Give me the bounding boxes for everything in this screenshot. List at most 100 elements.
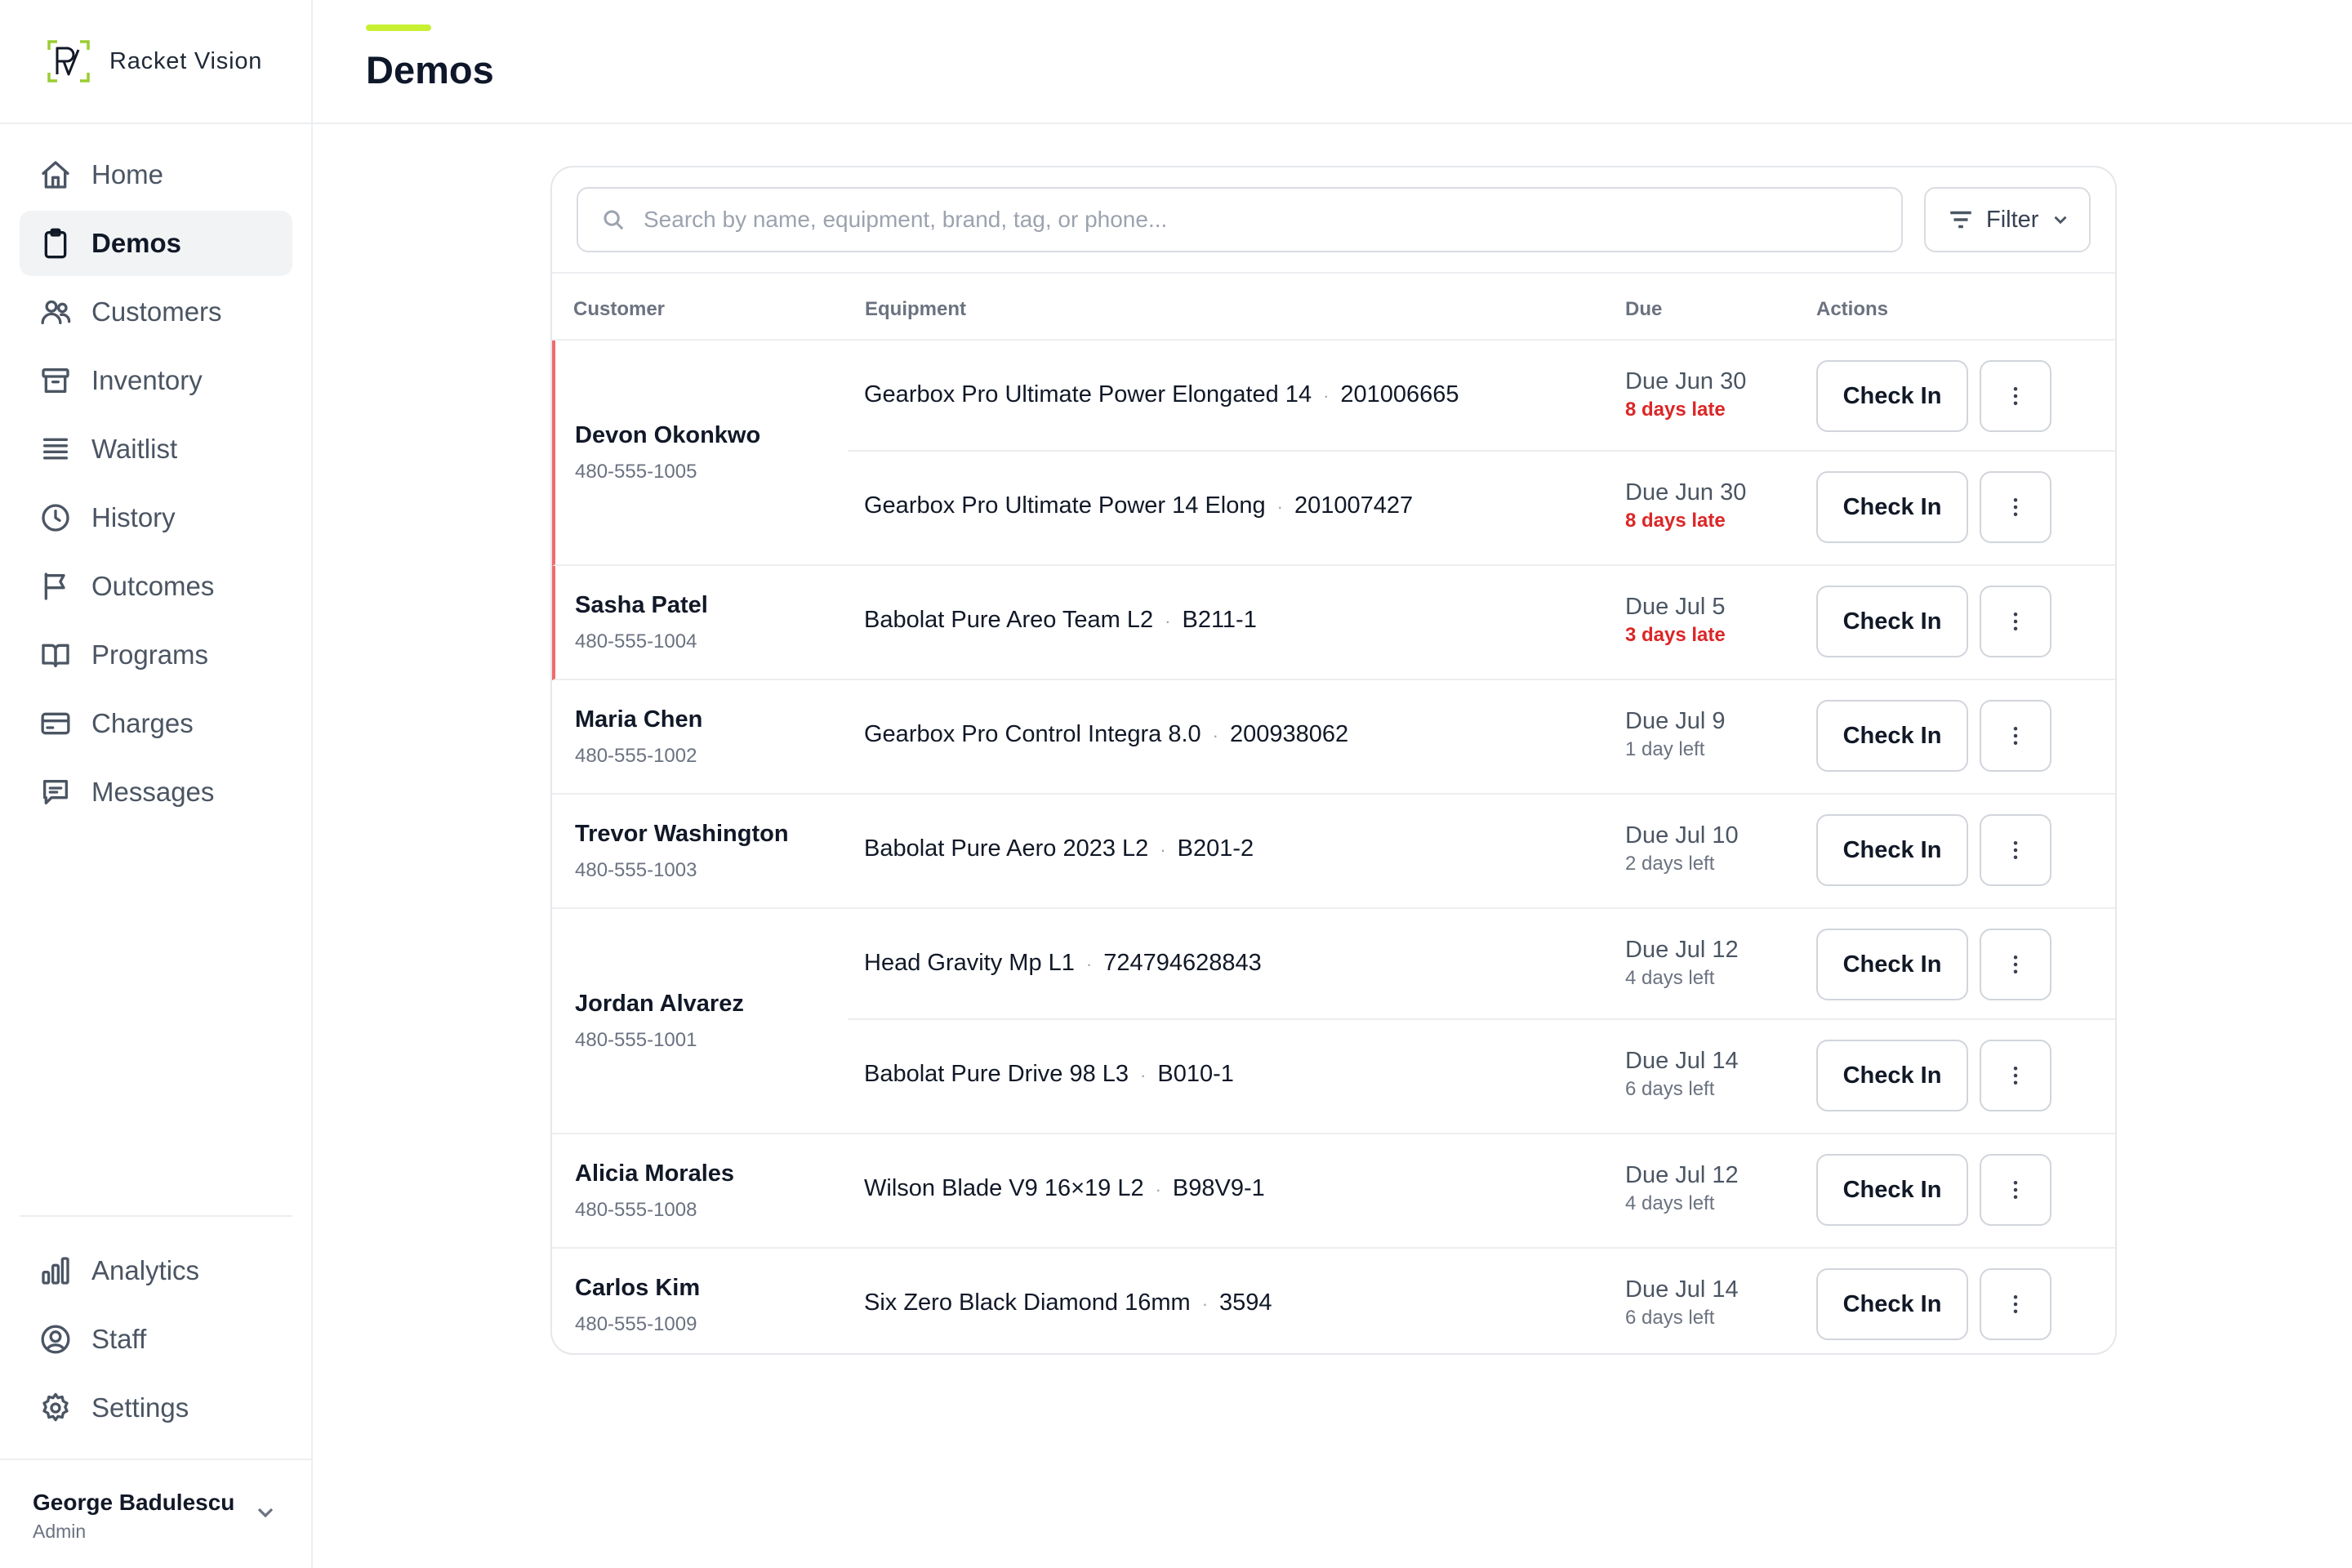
more-actions-button[interactable] xyxy=(1980,1268,2051,1340)
sidebar-item-home[interactable]: Home xyxy=(20,142,292,207)
column-header-equipment[interactable]: Equipment xyxy=(865,298,966,321)
sidebar-item-settings[interactable]: Settings xyxy=(20,1375,292,1441)
due-date: Due Jul 10 xyxy=(1625,822,1739,849)
due-cell: Due Jun 30 8 days late xyxy=(1625,368,1746,421)
customer-name[interactable]: Carlos Kim xyxy=(575,1275,700,1302)
sidebar-item-analytics[interactable]: Analytics xyxy=(20,1238,292,1303)
search-box[interactable] xyxy=(577,187,1903,252)
sidebar-item-customers[interactable]: Customers xyxy=(20,279,292,345)
sidebar-item-demos[interactable]: Demos xyxy=(20,211,292,276)
sidebar-item-messages[interactable]: Messages xyxy=(20,760,292,825)
customer-name[interactable]: Devon Okonkwo xyxy=(575,422,760,449)
separator-dot: · xyxy=(1160,840,1166,860)
customer-name[interactable]: Jordan Alvarez xyxy=(575,991,744,1018)
customer-phone: 480-555-1008 xyxy=(575,1198,697,1221)
due-cell: Due Jul 10 2 days left xyxy=(1625,822,1739,875)
equipment-name: Head Gravity Mp L1 xyxy=(864,950,1075,976)
users-icon xyxy=(41,300,71,324)
customer-phone: 480-555-1004 xyxy=(575,630,697,653)
due-status: 4 days left xyxy=(1625,967,1715,989)
title-accent-bar xyxy=(366,24,431,31)
equipment-tag: 724794628843 xyxy=(1103,950,1262,976)
clock-icon xyxy=(42,504,69,532)
table-header: Customer Equipment Due Actions xyxy=(552,274,2115,341)
more-actions-button[interactable] xyxy=(1980,360,2051,432)
equipment-name: Babolat Pure Aero 2023 L2 xyxy=(864,835,1149,862)
table-row[interactable]: Six Zero Black Diamond 16mm · 3594 Due Jul … xyxy=(848,1249,2115,1353)
table-toolbar: Filter xyxy=(552,167,2115,274)
customer-items: Gearbox Pro Ultimate Power Elongated 14 ·… xyxy=(848,341,2115,564)
column-header-due[interactable]: Due xyxy=(1625,298,1662,321)
due-status: 1 day left xyxy=(1625,738,1705,760)
table-row[interactable]: Gearbox Pro Ultimate Power Elongated 14 ·… xyxy=(848,341,2115,452)
due-status: 6 days left xyxy=(1625,1078,1715,1100)
sidebar-item-inventory[interactable]: Inventory xyxy=(20,348,292,413)
check-in-button[interactable]: Check In xyxy=(1816,360,1968,432)
customer-cell[interactable]: Devon Okonkwo 480-555-1005 xyxy=(575,341,760,564)
table-row[interactable]: Babolat Pure Drive 98 L3 · B010-1 Due Jul 1… xyxy=(848,1020,2115,1133)
due-date: Due Jul 9 xyxy=(1625,708,1726,734)
sidebar-item-label: Home xyxy=(91,159,164,189)
customer-cell[interactable]: Maria Chen 480-555-1002 xyxy=(575,680,702,793)
more-actions-button[interactable] xyxy=(1980,814,2051,886)
customer-cell[interactable]: Trevor Washington 480-555-1003 xyxy=(575,795,789,907)
customer-name[interactable]: Maria Chen xyxy=(575,706,702,733)
more-actions-button[interactable] xyxy=(1980,929,2051,1000)
filter-label: Filter xyxy=(1986,206,2039,233)
customer-cell[interactable]: Sasha Patel 480-555-1004 xyxy=(575,566,708,679)
table-row[interactable]: Babolat Pure Areo Team L2 · B211-1 Due Jul … xyxy=(848,566,2115,679)
brand[interactable]: Racket Vision xyxy=(0,0,311,124)
check-in-button[interactable]: Check In xyxy=(1816,586,1968,657)
more-actions-button[interactable] xyxy=(1980,471,2051,543)
sidebar-item-label: Programs xyxy=(91,639,209,670)
sidebar-item-label: Analytics xyxy=(91,1255,200,1285)
table-row[interactable]: Gearbox Pro Ultimate Power 14 Elong · 2010… xyxy=(848,452,2115,564)
filter-button[interactable]: Filter xyxy=(1924,187,2091,252)
user-menu[interactable]: George Badulescu Admin xyxy=(0,1459,311,1568)
equipment-cell: Six Zero Black Diamond 16mm · 3594 xyxy=(864,1290,1272,1316)
more-actions-button[interactable] xyxy=(1980,1154,2051,1226)
customer-group: Carlos Kim 480-555-1009 Six Zero Black Dia… xyxy=(552,1249,2115,1353)
customer-cell[interactable]: Jordan Alvarez 480-555-1001 xyxy=(575,909,744,1133)
sidebar-item-staff[interactable]: Staff xyxy=(20,1307,292,1372)
equipment-tag: 201007427 xyxy=(1294,492,1414,519)
customer-name[interactable]: Alicia Morales xyxy=(575,1160,734,1187)
search-input[interactable] xyxy=(644,207,1869,233)
user-circle-icon xyxy=(41,1325,70,1354)
check-in-button[interactable]: Check In xyxy=(1816,814,1968,886)
sidebar-item-outcomes[interactable]: Outcomes xyxy=(20,554,292,619)
table-row[interactable]: Wilson Blade V9 16×19 L2 · B98V9-1 Due Jul … xyxy=(848,1134,2115,1247)
more-actions-button[interactable] xyxy=(1980,700,2051,772)
page-title: Demos xyxy=(366,48,494,91)
sidebar-item-charges[interactable]: Charges xyxy=(20,691,292,756)
table-row[interactable]: Babolat Pure Aero 2023 L2 · B201-2 Due Jul … xyxy=(848,795,2115,907)
more-actions-button[interactable] xyxy=(1980,586,2051,657)
check-in-button[interactable]: Check In xyxy=(1816,929,1968,1000)
check-in-button[interactable]: Check In xyxy=(1816,471,1968,543)
customer-name[interactable]: Sasha Patel xyxy=(575,592,708,619)
due-date: Due Jul 12 xyxy=(1625,937,1739,963)
sidebar-item-label: Charges xyxy=(91,708,194,738)
column-header-customer[interactable]: Customer xyxy=(573,298,665,321)
sidebar-item-waitlist[interactable]: Waitlist xyxy=(20,416,292,482)
customer-cell[interactable]: Carlos Kim 480-555-1009 xyxy=(575,1249,700,1353)
equipment-cell: Gearbox Pro Control Integra 8.0 · 20093806… xyxy=(864,721,1348,748)
racket-vision-logo-icon xyxy=(47,40,90,82)
customer-name[interactable]: Trevor Washington xyxy=(575,821,789,848)
sidebar-item-history[interactable]: History xyxy=(20,485,292,550)
more-vertical-icon xyxy=(2013,498,2018,516)
check-in-button[interactable]: Check In xyxy=(1816,700,1968,772)
due-status: 2 days left xyxy=(1625,853,1715,875)
more-actions-button[interactable] xyxy=(1980,1040,2051,1111)
check-in-button[interactable]: Check In xyxy=(1816,1154,1968,1226)
sidebar-item-label: History xyxy=(91,502,176,532)
check-in-button[interactable]: Check In xyxy=(1816,1040,1968,1111)
sidebar-item-label: Inventory xyxy=(91,365,203,395)
equipment-tag: 201006665 xyxy=(1340,381,1459,408)
check-in-button[interactable]: Check In xyxy=(1816,1268,1968,1340)
customer-cell[interactable]: Alicia Morales 480-555-1008 xyxy=(575,1134,734,1247)
table-row[interactable]: Head Gravity Mp L1 · 724794628843 Due Jul 1… xyxy=(848,909,2115,1020)
gear-icon xyxy=(42,1392,69,1422)
sidebar-item-programs[interactable]: Programs xyxy=(20,622,292,688)
table-row[interactable]: Gearbox Pro Control Integra 8.0 · 20093806… xyxy=(848,680,2115,793)
